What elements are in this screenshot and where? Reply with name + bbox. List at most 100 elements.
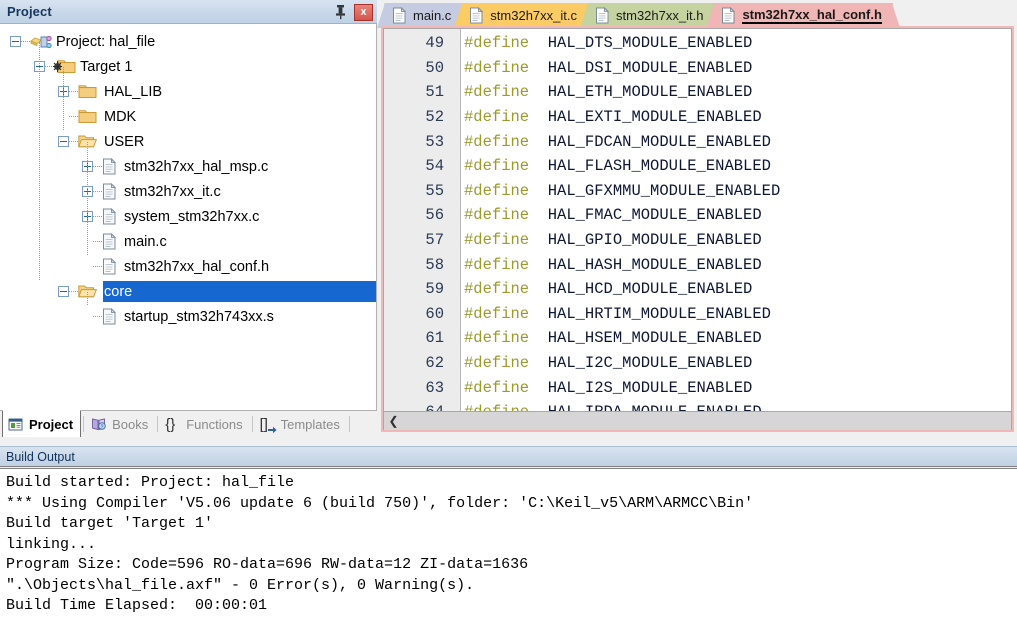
- build-output-titlebar: Build Output: [0, 446, 1017, 467]
- tab-left-edge: [706, 3, 715, 28]
- code-line-text: #define HAL_FMAC_MODULE_ENABLED: [452, 206, 762, 224]
- collapse-icon[interactable]: [58, 286, 69, 297]
- file-icon: [392, 7, 407, 24]
- tree-item-user[interactable]: USER: [0, 129, 376, 154]
- build-output-line: ".\Objects\hal_file.axf" - 0 Error(s), 0…: [6, 576, 475, 594]
- collapse-icon[interactable]: [10, 36, 21, 47]
- macro-name: HAL_DSI_MODULE_ENABLED: [529, 58, 753, 77]
- editor-horizontal-scrollbar[interactable]: ❮: [384, 411, 1011, 430]
- panel-tab-label: Books: [112, 416, 149, 432]
- code-lines: 49 #define HAL_DTS_MODULE_ENABLED 50 #defin…: [384, 31, 1011, 430]
- line-number: 50: [425, 58, 444, 77]
- code-line: 61 #define HAL_HSEM_MODULE_ENABLED: [384, 326, 1011, 351]
- project-panel: Project x Project: hal_file Target 1 HAL…: [0, 0, 377, 437]
- tree-item-stm32h7xx-it-c[interactable]: stm32h7xx_it.c: [0, 179, 376, 204]
- line-number: 55: [425, 181, 444, 200]
- macro-name: HAL_FLASH_MODULE_ENABLED: [529, 157, 771, 176]
- tree-connector: [93, 266, 102, 267]
- close-icon[interactable]: x: [354, 3, 373, 21]
- tree-item-label: Project: hal_file: [56, 33, 156, 50]
- panel-tab-label: Functions: [186, 416, 243, 432]
- line-number: 60: [425, 304, 444, 323]
- scrollbar-track[interactable]: [403, 412, 1011, 430]
- braces-icon: {}: [165, 415, 176, 433]
- editor-tab-stm32h7xx-it-c[interactable]: stm32h7xx_it.c: [454, 3, 595, 28]
- code-line: 56 #define HAL_FMAC_MODULE_ENABLED: [384, 203, 1011, 228]
- editor-tab-stm32h7xx-hal-conf-h[interactable]: stm32h7xx_hal_conf.h: [706, 3, 900, 28]
- titlebar-buttons: x: [333, 0, 373, 24]
- line-number: 56: [425, 206, 444, 225]
- code-line-text: #define HAL_HRTIM_MODULE_ENABLED: [452, 305, 771, 323]
- pushpin-icon[interactable]: [333, 4, 348, 20]
- preprocessor-keyword: #define: [464, 378, 530, 397]
- tree-guide-line: [63, 67, 64, 130]
- panel-tab-project[interactable]: Project: [2, 410, 82, 437]
- tree-guide-line: [39, 42, 40, 280]
- code-line-text: #define HAL_HASH_MODULE_ENABLED: [452, 256, 762, 274]
- line-number: 54: [425, 157, 444, 176]
- tree-item-startup-stm32h743xx-s[interactable]: startup_stm32h743xx.s: [0, 304, 376, 329]
- code-line: 51 #define HAL_ETH_MODULE_ENABLED: [384, 80, 1011, 105]
- macro-name: HAL_HASH_MODULE_ENABLED: [529, 255, 762, 274]
- chevron-left-icon[interactable]: ❮: [384, 412, 403, 430]
- build-output-title: Build Output: [6, 449, 75, 464]
- preprocessor-keyword: #define: [464, 34, 530, 53]
- tree-item-stm32h7xx-hal-msp-c[interactable]: stm32h7xx_hal_msp.c: [0, 154, 376, 179]
- tree-item-hal-lib[interactable]: HAL_LIB: [0, 79, 376, 104]
- tab-left-edge: [377, 3, 385, 28]
- build-output-line: *** Using Compiler 'V5.06 update 6 (buil…: [6, 494, 754, 512]
- code-line-text: #define HAL_GFXMMU_MODULE_ENABLED: [452, 182, 780, 200]
- tree-item-target-1[interactable]: Target 1: [0, 54, 376, 79]
- editor-tab-label: stm32h7xx_it.c: [490, 8, 577, 23]
- tree-item-mdk[interactable]: MDK: [0, 104, 376, 129]
- panel-tab-label: Project: [29, 416, 74, 432]
- project-panel-title: Project: [7, 4, 52, 19]
- tree-item-project-hal-file[interactable]: Project: hal_file: [0, 29, 376, 54]
- macro-name: HAL_HRTIM_MODULE_ENABLED: [529, 304, 771, 323]
- code-line: 60 #define HAL_HRTIM_MODULE_ENABLED: [384, 302, 1011, 327]
- preprocessor-keyword: #define: [464, 329, 530, 348]
- books-icon: ?: [91, 417, 108, 432]
- code-line-text: #define HAL_FLASH_MODULE_ENABLED: [452, 157, 771, 175]
- panel-tab-functions[interactable]: {} Functions: [160, 411, 249, 437]
- tree-item-core[interactable]: core: [0, 279, 376, 304]
- tree-item-stm32h7xx-hal-conf-h[interactable]: stm32h7xx_hal_conf.h: [0, 254, 376, 279]
- file-icon: [595, 7, 610, 24]
- code-editor-frame: 49 #define HAL_DTS_MODULE_ENABLED 50 #defin…: [381, 26, 1014, 432]
- build-output-line: Build target 'Target 1': [6, 515, 214, 532]
- code-line: 59 #define HAL_HCD_MODULE_ENABLED: [384, 277, 1011, 302]
- tab-separator: [157, 416, 159, 432]
- collapse-icon[interactable]: [58, 136, 69, 147]
- code-line: 52 #define HAL_EXTI_MODULE_ENABLED: [384, 105, 1011, 130]
- editor-tab-main-c[interactable]: main.c: [377, 3, 470, 28]
- macro-name: HAL_GPIO_MODULE_ENABLED: [529, 231, 762, 250]
- tree-item-system-stm32h7xx-c[interactable]: system_stm32h7xx.c: [0, 204, 376, 229]
- tree-connector: [69, 116, 78, 117]
- code-line: 62 #define HAL_I2C_MODULE_ENABLED: [384, 351, 1011, 376]
- tree-connector: [93, 316, 102, 317]
- tab-left-edge: [454, 3, 463, 28]
- preprocessor-keyword: #define: [464, 108, 530, 127]
- preprocessor-keyword: #define: [464, 181, 530, 200]
- code-line-text: #define HAL_HCD_MODULE_ENABLED: [452, 280, 752, 298]
- tree-item-main-c[interactable]: main.c: [0, 229, 376, 254]
- tree-item-label: MDK: [104, 108, 137, 125]
- code-line: 54 #define HAL_FLASH_MODULE_ENABLED: [384, 154, 1011, 179]
- tree-connector: [69, 291, 78, 292]
- code-line-text: #define HAL_DSI_MODULE_ENABLED: [452, 59, 752, 77]
- macro-name: HAL_I2S_MODULE_ENABLED: [529, 378, 753, 397]
- tree-item-label: main.c: [124, 233, 167, 250]
- tree-connector: [93, 166, 102, 167]
- macro-name: HAL_FDCAN_MODULE_ENABLED: [529, 132, 771, 151]
- editor-tab-stm32h7xx-it-h[interactable]: stm32h7xx_it.h: [580, 3, 722, 28]
- line-number: 61: [425, 329, 444, 348]
- build-output-text[interactable]: Build started: Project: hal_file *** Usin…: [0, 468, 1017, 639]
- code-editor[interactable]: 49 #define HAL_DTS_MODULE_ENABLED 50 #defin…: [383, 28, 1012, 430]
- h-file-icon: [102, 257, 117, 275]
- folder-icon: [78, 109, 97, 124]
- panel-tab-books[interactable]: ? Books: [86, 411, 155, 437]
- panel-tab-templates[interactable]: [] Templates: [255, 411, 347, 437]
- code-line-text: #define HAL_FDCAN_MODULE_ENABLED: [452, 133, 771, 151]
- line-number: 52: [425, 108, 444, 127]
- code-line: 55 #define HAL_GFXMMU_MODULE_ENABLED: [384, 179, 1011, 204]
